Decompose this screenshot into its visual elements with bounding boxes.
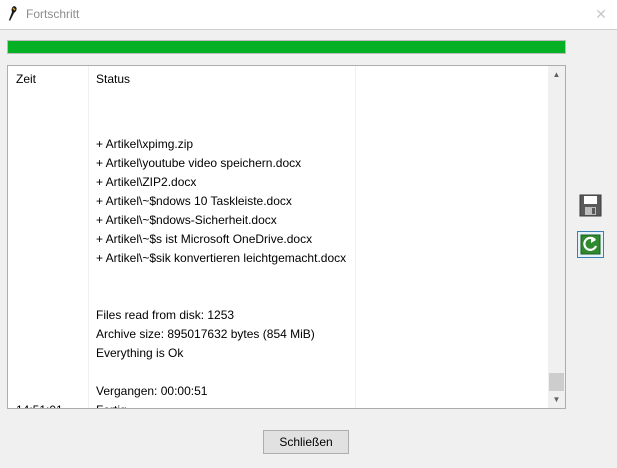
log-row: + Artikel\youtube video speichern.docx [8,154,548,173]
log-row-status: + Artikel\xpimg.zip [96,137,194,151]
log-row [8,116,548,135]
log-row-status: + Artikel\~$s ist Microsoft OneDrive.doc… [96,232,313,246]
log-list[interactable]: Zeit Status + Artikel\xpimg.zip + Artikel… [7,65,566,409]
log-row-status: + Artikel\youtube video speichern.docx [96,156,302,170]
log-row: + Artikel\xpimg.zip [8,135,548,154]
close-dialog-button[interactable]: Schließen [263,430,349,454]
progress-bar [7,40,566,54]
log-row-status: + Artikel\~$sik konvertieren leichtgemac… [96,251,347,265]
log-row-status: Everything is Ok [96,346,184,360]
column-header-time[interactable]: Zeit [16,72,36,86]
log-row: Everything is Ok [8,344,548,363]
scroll-up-arrow[interactable]: ▲ [548,66,565,83]
log-row-time: 14:51:01 [16,403,63,408]
progress-fill [8,41,565,53]
refresh-icon [580,234,601,255]
log-row-status: Fertig [96,403,127,408]
save-button[interactable] [577,192,604,219]
log-row-status: Archive size: 895017632 bytes (854 MiB) [96,327,315,341]
log-row-status: Files read from disk: 1253 [96,308,235,322]
log-row: + Artikel\~$sik konvertieren leichtgemac… [8,249,548,268]
log-row-status: Vergangen: 00:00:51 [96,384,208,398]
floppy-disk-icon [579,194,602,217]
log-row-status: + Artikel\ZIP2.docx [96,175,197,189]
window-title: Fortschritt [26,7,80,21]
log-row: + Artikel\~$s ist Microsoft OneDrive.doc… [8,230,548,249]
window-close-button[interactable]: ✕ [591,4,611,24]
scroll-thumb[interactable] [549,373,564,391]
log-row-status: + Artikel\~$ndows 10 Taskleiste.docx [96,194,292,208]
log-row: 14:51:01 Fertig [8,401,548,408]
refresh-button[interactable] [577,231,604,258]
log-row [8,268,548,287]
log-row [8,287,548,306]
log-row: Vergangen: 00:00:51 [8,382,548,401]
log-row [8,363,548,382]
log-row: Files read from disk: 1253 [8,306,548,325]
feather-icon [9,6,17,21]
log-rows: + Artikel\xpimg.zip + Artikel\youtube vid… [8,116,548,408]
log-row: + Artikel\~$ndows 10 Taskleiste.docx [8,192,548,211]
scroll-down-arrow[interactable]: ▼ [548,391,565,408]
column-header-status[interactable]: Status [96,72,130,86]
log-row: + Artikel\ZIP2.docx [8,173,548,192]
log-row: + Artikel\~$ndows-Sicherheit.docx [8,211,548,230]
log-row: Archive size: 895017632 bytes (854 MiB) [8,325,548,344]
title-bar: Fortschritt ✕ [0,0,617,30]
log-row-status: + Artikel\~$ndows-Sicherheit.docx [96,213,277,227]
vertical-scrollbar[interactable]: ▲ ▼ [548,66,565,408]
